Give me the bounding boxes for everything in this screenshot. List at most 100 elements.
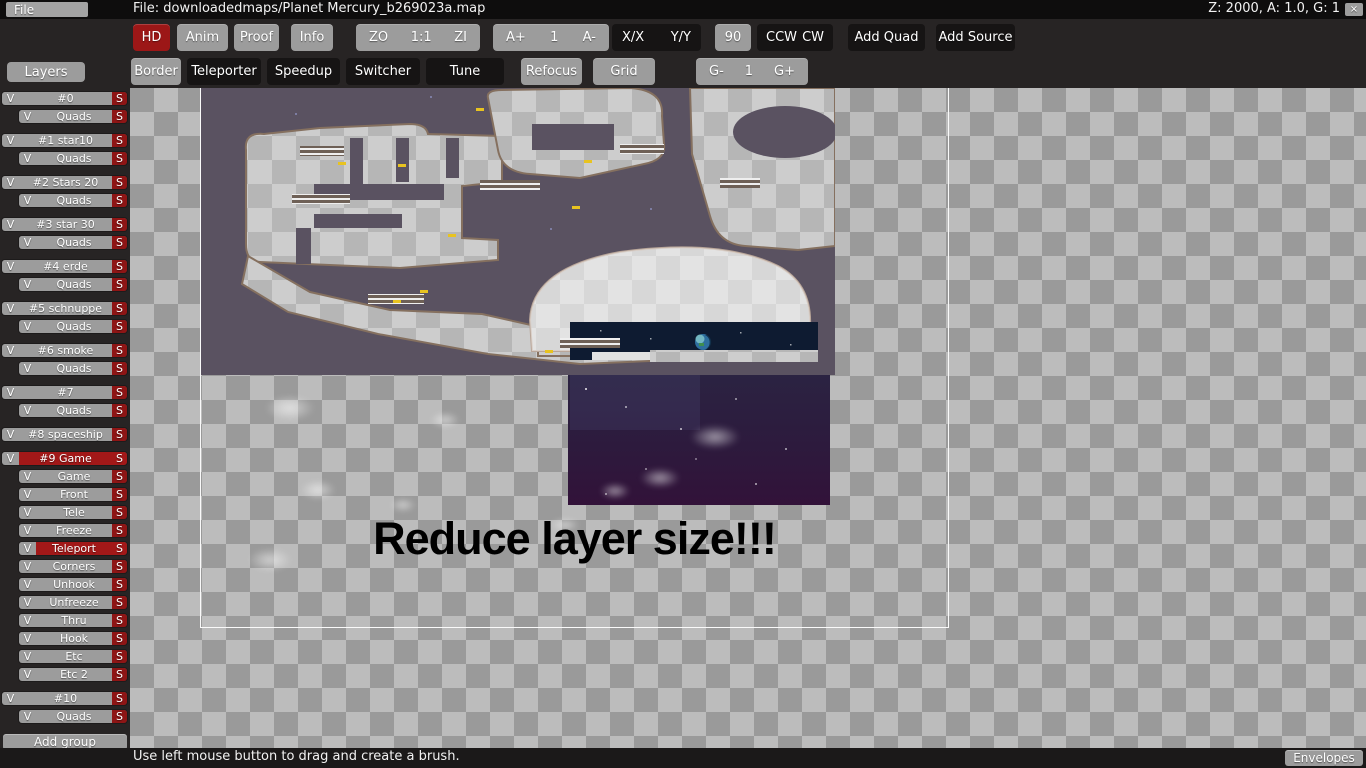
layer-group-row-label[interactable]: #6 smoke xyxy=(19,344,112,357)
visibility-toggle[interactable]: V xyxy=(19,560,36,573)
layer-group-row[interactable]: V#0S xyxy=(2,92,127,105)
save-toggle[interactable]: S xyxy=(112,194,127,207)
layer-row[interactable]: VEtc 2S xyxy=(19,668,127,681)
layer-group-row[interactable]: V#5 schnuppeS xyxy=(2,302,127,315)
layer-group-row[interactable]: V#9 GameS xyxy=(2,452,127,465)
layer-row[interactable]: VQuadsS xyxy=(19,236,127,249)
layer-row-label[interactable]: Tele xyxy=(36,506,112,519)
zoom-reset-button[interactable]: 1:1 xyxy=(411,30,432,45)
layer-group-row[interactable]: V#8 spaceshipS xyxy=(2,428,127,441)
layer-row[interactable]: VHookS xyxy=(19,632,127,645)
file-menu-button[interactable]: File xyxy=(6,2,88,17)
switcher-button[interactable]: Switcher xyxy=(346,58,420,85)
layer-row[interactable]: VThruS xyxy=(19,614,127,627)
save-toggle[interactable]: S xyxy=(112,596,127,609)
save-toggle[interactable]: S xyxy=(112,470,127,483)
save-toggle[interactable]: S xyxy=(112,524,127,537)
close-icon[interactable]: × xyxy=(1345,3,1363,16)
save-toggle[interactable]: S xyxy=(112,632,127,645)
grid-button[interactable]: Grid xyxy=(593,58,655,85)
visibility-toggle[interactable]: V xyxy=(19,278,36,291)
add-quad-button[interactable]: Add Quad xyxy=(848,24,925,51)
save-toggle[interactable]: S xyxy=(112,320,127,333)
visibility-toggle[interactable]: V xyxy=(19,110,36,123)
flip-x-button[interactable]: X/X xyxy=(622,30,644,45)
flip-y-button[interactable]: Y/Y xyxy=(671,30,691,45)
proof-toggle-button[interactable]: Proof xyxy=(234,24,279,51)
layer-group-row-label[interactable]: #9 Game xyxy=(19,452,112,465)
tune-button[interactable]: Tune xyxy=(426,58,504,85)
layer-row-label[interactable]: Thru xyxy=(36,614,112,627)
visibility-toggle[interactable]: V xyxy=(19,632,36,645)
layer-row-label[interactable]: Unfreeze xyxy=(36,596,112,609)
visibility-toggle[interactable]: V xyxy=(19,506,36,519)
rotate-cw-button[interactable]: CW xyxy=(802,30,824,45)
visibility-toggle[interactable]: V xyxy=(2,344,19,357)
visibility-toggle[interactable]: V xyxy=(2,428,19,441)
save-toggle[interactable]: S xyxy=(112,578,127,591)
map-canvas[interactable]: Reduce layer size!!! xyxy=(130,88,1366,748)
layer-row[interactable]: VQuadsS xyxy=(19,320,127,333)
anim-toggle-button[interactable]: Anim xyxy=(177,24,228,51)
visibility-toggle[interactable]: V xyxy=(2,452,19,465)
save-toggle[interactable]: S xyxy=(112,668,127,681)
visibility-toggle[interactable]: V xyxy=(2,134,19,147)
layer-row[interactable]: VQuadsS xyxy=(19,404,127,417)
layer-row[interactable]: VTeleS xyxy=(19,506,127,519)
refocus-button[interactable]: Refocus xyxy=(521,58,582,85)
save-toggle[interactable]: S xyxy=(112,344,127,357)
save-toggle[interactable]: S xyxy=(112,404,127,417)
visibility-toggle[interactable]: V xyxy=(19,614,36,627)
layer-row-label[interactable]: Quads xyxy=(36,362,112,375)
save-toggle[interactable]: S xyxy=(112,560,127,573)
visibility-toggle[interactable]: V xyxy=(19,710,36,723)
visibility-toggle[interactable]: V xyxy=(19,650,36,663)
layer-group-row[interactable]: V#10S xyxy=(2,692,127,705)
layer-row-label[interactable]: Quads xyxy=(36,152,112,165)
layer-group-row-label[interactable]: #5 schnuppe xyxy=(19,302,112,315)
info-toggle-button[interactable]: Info xyxy=(291,24,333,51)
visibility-toggle[interactable]: V xyxy=(19,152,36,165)
layer-row[interactable]: VEtcS xyxy=(19,650,127,663)
layer-row[interactable]: VQuadsS xyxy=(19,278,127,291)
save-toggle[interactable]: S xyxy=(112,710,127,723)
save-toggle[interactable]: S xyxy=(112,278,127,291)
save-toggle[interactable]: S xyxy=(112,614,127,627)
layer-group-row[interactable]: V#1 star10S xyxy=(2,134,127,147)
layer-group-row-label[interactable]: #10 xyxy=(19,692,112,705)
layer-row-label[interactable]: Quads xyxy=(36,236,112,249)
save-toggle[interactable]: S xyxy=(112,236,127,249)
visibility-toggle[interactable]: V xyxy=(2,302,19,315)
save-toggle[interactable]: S xyxy=(112,260,127,273)
save-toggle[interactable]: S xyxy=(112,152,127,165)
layer-row-label[interactable]: Corners xyxy=(36,560,112,573)
save-toggle[interactable]: S xyxy=(112,92,127,105)
visibility-toggle[interactable]: V xyxy=(19,488,36,501)
save-toggle[interactable]: S xyxy=(112,176,127,189)
layer-row[interactable]: VQuadsS xyxy=(19,710,127,723)
rotate-amount-value[interactable]: 90 xyxy=(715,24,751,51)
save-toggle[interactable]: S xyxy=(112,362,127,375)
save-toggle[interactable]: S xyxy=(112,650,127,663)
layer-row[interactable]: VGameS xyxy=(19,470,127,483)
layer-group-row-label[interactable]: #1 star10 xyxy=(19,134,112,147)
layer-row-label[interactable]: Quads xyxy=(36,278,112,291)
hd-toggle-button[interactable]: HD xyxy=(133,24,170,51)
layer-group-row-label[interactable]: #0 xyxy=(19,92,112,105)
visibility-toggle[interactable]: V xyxy=(19,404,36,417)
visibility-toggle[interactable]: V xyxy=(19,320,36,333)
layer-row[interactable]: VFrontS xyxy=(19,488,127,501)
layer-row-label[interactable]: Etc xyxy=(36,650,112,663)
layers-header-button[interactable]: Layers xyxy=(7,62,85,82)
layer-row[interactable]: VQuadsS xyxy=(19,152,127,165)
layer-row[interactable]: VUnfreezeS xyxy=(19,596,127,609)
zoom-out-button[interactable]: ZO xyxy=(369,30,388,45)
add-source-button[interactable]: Add Source xyxy=(936,24,1015,51)
layer-group-row[interactable]: V#4 erdeS xyxy=(2,260,127,273)
layer-row-label[interactable]: Quads xyxy=(36,404,112,417)
layer-row[interactable]: VQuadsS xyxy=(19,110,127,123)
save-toggle[interactable]: S xyxy=(112,386,127,399)
save-toggle[interactable]: S xyxy=(112,110,127,123)
visibility-toggle[interactable]: V xyxy=(2,92,19,105)
save-toggle[interactable]: S xyxy=(112,218,127,231)
